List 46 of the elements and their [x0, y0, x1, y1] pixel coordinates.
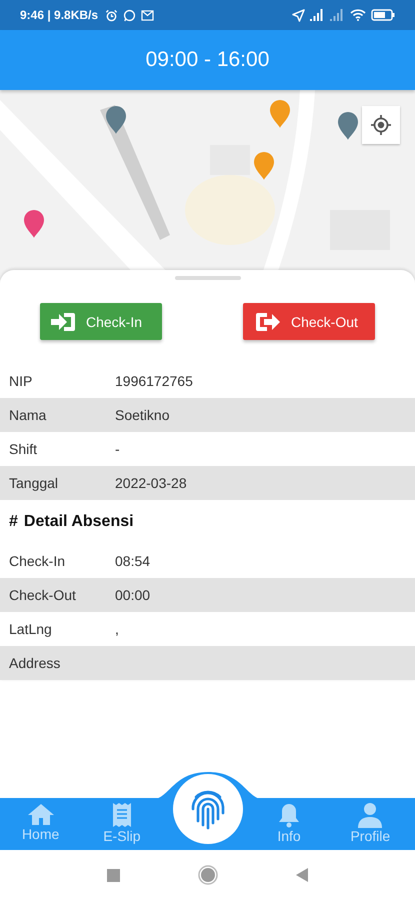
nav-tab[interactable]: Info — [277, 802, 301, 850]
section-title: Detail Absensi — [24, 513, 134, 531]
person-icon — [357, 802, 384, 828]
status-time: 9:46 | 9.8KB/s — [20, 8, 98, 22]
nav-tab[interactable]: E-Slip — [103, 802, 141, 850]
field-value: - — [115, 441, 120, 457]
field-value: , — [115, 621, 119, 637]
nav-tab[interactable]: Home — [22, 802, 60, 850]
chat-icon — [123, 8, 136, 22]
home-button[interactable] — [198, 865, 218, 885]
my-location-button[interactable] — [362, 106, 400, 144]
fingerprint-button[interactable] — [173, 774, 243, 844]
check-out-button[interactable]: Check-Out — [243, 303, 375, 340]
alarm-clock-icon — [105, 8, 118, 22]
field-value: 2022-03-28 — [115, 475, 187, 491]
field-label: Shift — [8, 441, 38, 457]
field-value: 08:54 — [115, 553, 150, 569]
field-label: Address — [8, 655, 62, 671]
signal-icon — [330, 9, 345, 21]
drag-handle[interactable] — [174, 276, 240, 280]
header-title: 09:00 - 16:00 — [146, 48, 270, 72]
field-value: 1996172765 — [115, 373, 193, 389]
field-label: Tanggal — [8, 475, 60, 491]
field-label: Check-Out — [8, 587, 77, 603]
field-value: Soetikno — [115, 407, 170, 423]
recents-button[interactable] — [107, 868, 120, 882]
sign-out-icon — [255, 312, 281, 332]
field-label: LatLng — [8, 621, 53, 637]
battery-icon — [371, 9, 395, 21]
home-icon — [26, 802, 55, 826]
field-label: Nama — [8, 407, 48, 423]
location-arrow-icon — [292, 8, 305, 22]
hash-icon: # — [9, 513, 18, 531]
sign-in-icon — [50, 312, 76, 332]
locate-icon — [370, 114, 392, 136]
back-button[interactable] — [296, 868, 308, 882]
field-label: Check-In — [8, 553, 66, 569]
bell-icon — [278, 802, 300, 828]
nav-tab[interactable]: Profile — [350, 802, 390, 850]
wifi-icon — [350, 9, 366, 21]
signal-icon — [310, 9, 325, 21]
mail-icon — [141, 10, 154, 20]
check-in-button[interactable]: Check-In — [40, 303, 162, 340]
field-value: 00:00 — [115, 587, 150, 603]
receipt-icon — [112, 802, 132, 828]
field-label: NIP — [8, 373, 34, 389]
